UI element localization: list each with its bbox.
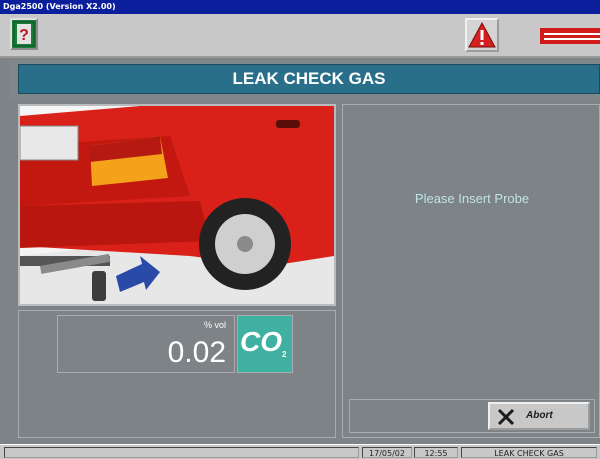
status-bar: 17/05/02 12:55 LEAK CHECK GAS — [0, 444, 600, 459]
abort-button[interactable]: Abort — [488, 402, 590, 430]
status-time: 12:55 — [414, 447, 458, 458]
help-button[interactable]: ? — [10, 18, 38, 50]
status-blank-cell — [4, 447, 359, 458]
svg-text:?: ? — [19, 27, 29, 44]
toolbar: ? — [0, 14, 600, 58]
unit-label: % vol — [203, 320, 226, 330]
reading-panel: % vol 0.02 CO 2 — [18, 310, 336, 438]
instruction-message: Please Insert Probe — [414, 191, 530, 206]
gas-type-tile: CO 2 — [237, 315, 293, 373]
action-area: Abort — [349, 399, 595, 433]
warning-button[interactable] — [465, 18, 499, 52]
gas-symbol: CO — [240, 326, 282, 357]
help-book-icon: ? — [13, 21, 35, 47]
window-title: Dga2500 (Version X2.00) — [0, 0, 600, 14]
close-x-icon — [497, 408, 515, 426]
status-date: 17/05/02 — [362, 447, 412, 458]
gas-value: 0.02 — [167, 336, 226, 369]
brand-logo — [540, 22, 600, 50]
status-mode: LEAK CHECK GAS — [461, 447, 597, 458]
abort-label: Abort — [526, 410, 553, 421]
page-title: LEAK CHECK GAS — [18, 64, 600, 94]
car-illustration — [18, 104, 336, 306]
gas-subscript: 2 — [282, 350, 287, 359]
gas-value-display: % vol 0.02 — [57, 315, 235, 373]
message-panel: Please Insert Probe Abort — [342, 104, 600, 438]
warning-triangle-icon — [468, 21, 496, 48]
